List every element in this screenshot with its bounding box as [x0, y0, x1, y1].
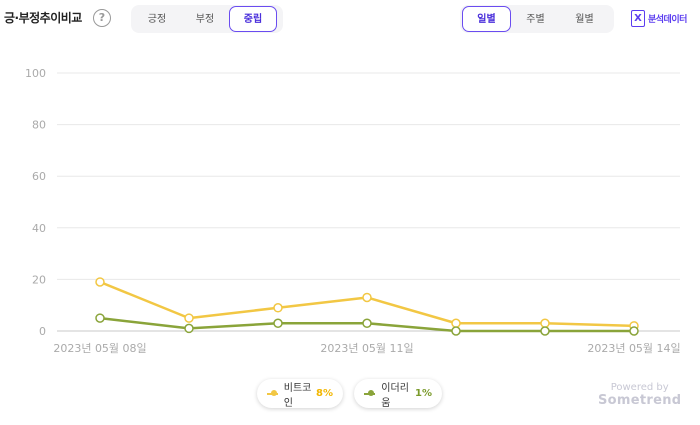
legend-share-bitcoin: 8%	[316, 388, 333, 399]
grid-lines	[57, 72, 680, 332]
y-tick-label-40: 40	[32, 222, 46, 235]
data-point-0-3[interactable]	[362, 292, 372, 303]
powered-by-logo: Powered by Sometrend	[598, 382, 681, 408]
legend-item-ethereum[interactable]: 이더리움 1%	[354, 379, 442, 409]
y-tick-label-100: 100	[25, 67, 46, 80]
y-tick-label-0: 0	[39, 325, 46, 338]
legend-item-bitcoin[interactable]: 비트코인 8%	[257, 379, 343, 409]
legend-label-bitcoin: 비트코인	[283, 382, 312, 409]
x-tick-label-1: 2023년 05월 11일	[320, 341, 413, 355]
brand-name: Sometrend	[598, 393, 682, 408]
data-point-1-4[interactable]	[451, 326, 461, 336]
data-point-1-2[interactable]	[273, 318, 283, 329]
x-tick-label-2: 2023년 05월 14일	[587, 341, 680, 355]
data-point-0-5[interactable]	[540, 318, 550, 329]
y-tick-label-60: 60	[32, 170, 46, 183]
data-point-1-3[interactable]	[362, 318, 372, 329]
y-tick-label-20: 20	[32, 273, 46, 286]
legend-share-ethereum: 1%	[415, 388, 432, 399]
line-chart: 020406080100 2023년 05월 08일 2023년 05월 11일 2…	[25, 67, 681, 355]
x-tick-label-0: 2023년 05월 08일	[53, 341, 146, 355]
legend-label-ethereum: 이더리움	[381, 382, 409, 409]
data-point-0-4[interactable]	[451, 318, 461, 329]
data-point-1-0[interactable]	[95, 313, 105, 323]
data-point-1-6[interactable]	[629, 326, 639, 336]
legend-marker-bitcoin	[267, 389, 278, 396]
series-layer	[95, 277, 639, 336]
data-point-1-1[interactable]	[184, 323, 194, 334]
data-point-0-2[interactable]	[273, 303, 283, 313]
y-axis-ticks: 0 20 40 60 80 100	[25, 67, 46, 338]
data-point-0-0[interactable]	[95, 277, 105, 287]
powered-by-text: Powered by	[610, 382, 669, 393]
legend-marker-ethereum	[364, 389, 376, 396]
data-point-1-5[interactable]	[540, 326, 550, 336]
x-axis-ticks: 2023년 05월 08일 2023년 05월 11일 2023년 05월 14일	[53, 341, 680, 355]
y-tick-label-80: 80	[32, 119, 46, 132]
data-point-0-1[interactable]	[184, 313, 194, 323]
